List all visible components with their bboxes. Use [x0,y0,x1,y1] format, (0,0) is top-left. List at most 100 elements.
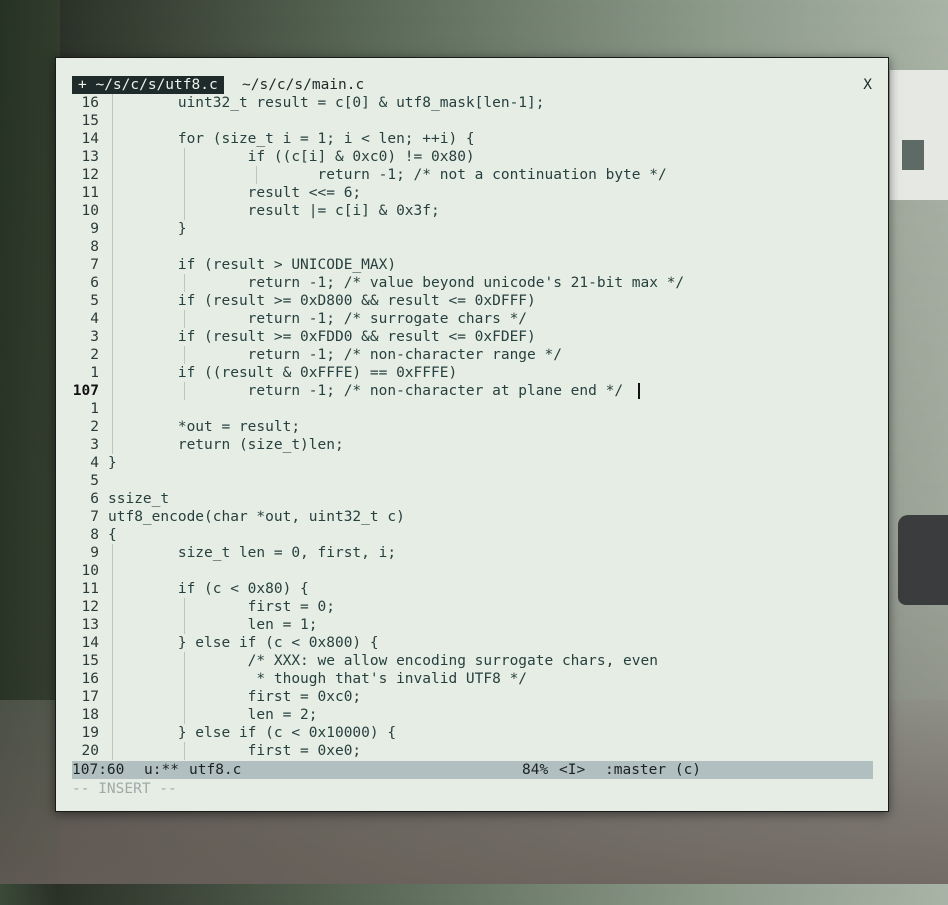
line-number: 16 [81,671,99,687]
line-text: len = 2; [108,707,318,723]
code-line[interactable]: 9 } [72,220,872,238]
line-text: } else if (c < 0x10000) { [108,725,397,741]
line-number: 4 [90,311,99,327]
code-line[interactable]: 1 [72,400,872,418]
line-number: 7 [90,509,99,525]
line-number: 10 [81,203,99,219]
code-line[interactable]: 11 result <<= 6; [72,184,872,202]
code-line[interactable]: 12 first = 0; [72,598,872,616]
line-number: 3 [90,437,99,453]
code-line[interactable]: 8{ [72,526,872,544]
code-line[interactable]: 14 } else if (c < 0x800) { [72,634,872,652]
code-line[interactable]: 10 result |= c[i] & 0x3f; [72,202,872,220]
close-icon[interactable]: X [863,76,872,94]
code-line[interactable]: 6 ssize_t [72,490,872,508]
code-line[interactable]: 15 /* XXX: we allow encoding surrogate c… [72,652,872,670]
code-line[interactable]: 1 if ((result & 0xFFFE) == 0xFFFE) [72,364,872,382]
code-line[interactable]: 10 [72,562,872,580]
code-line[interactable]: 7 if (result > UNICODE_MAX) [72,256,872,274]
line-text: } else if (c < 0x800) { [108,635,379,651]
line-number: 13 [81,149,99,165]
line-number: 8 [90,239,99,255]
code-editor[interactable]: 16 uint32_t result = c[0] & utf8_mask[le… [72,94,872,760]
code-line[interactable]: 5 [72,472,872,490]
line-text: utf8_encode(char *out, uint32_t c) [108,509,405,525]
code-line[interactable]: 3 if (result >= 0xFDD0 && result <= 0xFD… [72,328,872,346]
line-text: if (c < 0x80) { [108,581,309,597]
code-line[interactable]: 16 uint32_t result = c[0] & utf8_mask[le… [72,94,872,112]
mode-indicator: <I> [559,762,586,778]
line-number: 5 [90,473,99,489]
code-line[interactable]: 13 if ((c[i] & 0xc0) != 0x80) [72,148,872,166]
code-line[interactable]: 5 if (result >= 0xD800 && result <= 0xDF… [72,292,872,310]
line-number: 11 [81,185,99,201]
line-number: 1 [90,365,99,381]
code-line[interactable]: 9 size_t len = 0, first, i; [72,544,872,562]
line-number: 10 [81,563,99,579]
line-text: if (result >= 0xD800 && result <= 0xDFFF… [108,293,536,309]
line-number: 13 [81,617,99,633]
code-line[interactable]: 2 *out = result; [72,418,872,436]
line-number: 20 [81,743,99,759]
code-line[interactable]: 11 if (c < 0x80) { [72,580,872,598]
code-line[interactable]: 6 return -1; /* value beyond unicode's 2… [72,274,872,292]
code-line[interactable]: 3 return (size_t)len; [72,436,872,454]
code-line[interactable]: 15 [72,112,872,130]
tab-utf8-c[interactable]: + ~/s/c/s/utf8.c [72,76,224,94]
line-text: } [108,221,187,237]
line-text: for (size_t i = 1; i < len; ++i) { [108,131,475,147]
line-text: if (result >= 0xFDD0 && result <= 0xFDEF… [108,329,536,345]
line-number: 4 [90,455,99,471]
line-text: if (result > UNICODE_MAX) [108,257,397,273]
line-number: 14 [81,131,99,147]
line-number: 12 [81,167,99,183]
line-number: 6 [90,275,99,291]
line-number: 16 [81,95,99,111]
line-number: 14 [81,635,99,651]
indent-guide [112,562,113,580]
line-text: first = 0; [108,599,335,615]
line-text: len = 1; [108,617,318,633]
line-text: result |= c[i] & 0x3f; [108,203,440,219]
indent-guide [112,112,113,130]
line-number: 15 [81,113,99,129]
tab-main-c[interactable]: ~/s/c/s/main.c [236,76,370,94]
line-number: 17 [81,689,99,705]
line-number: 7 [90,257,99,273]
git-branch: :master (c) [605,762,702,778]
line-text: /* XXX: we allow encoding surrogate char… [108,653,658,669]
line-number: 9 [90,221,99,237]
line-number: 2 [90,419,99,435]
line-number: 9 [90,545,99,561]
line-text: ssize_t [108,491,170,507]
code-line[interactable]: 17 first = 0xc0; [72,688,872,706]
code-line[interactable]: 18 len = 2; [72,706,872,724]
line-text: uint32_t result = c[0] & utf8_mask[len-1… [108,95,545,111]
code-line[interactable]: 20 first = 0xe0; [72,742,872,760]
cursor-position: 107:60 [72,762,125,778]
code-line[interactable]: 8 [72,238,872,256]
code-line[interactable]: 4 return -1; /* surrogate chars */ [72,310,872,328]
line-text: result <<= 6; [108,185,362,201]
code-line[interactable]: 2 return -1; /* non-character range */ [72,346,872,364]
code-line[interactable]: 107 return -1; /* non-character at plane… [72,382,872,400]
code-line[interactable]: 7 utf8_encode(char *out, uint32_t c) [72,508,872,526]
buffer-flags: u:** [144,762,179,778]
line-text: { [108,527,117,543]
code-line[interactable]: 16 * though that's invalid UTF8 */ [72,670,872,688]
code-line[interactable]: 14 for (size_t i = 1; i < len; ++i) { [72,130,872,148]
code-line[interactable]: 13 len = 1; [72,616,872,634]
code-line[interactable]: 12 return -1; /* not a continuation byte… [72,166,872,184]
line-number: 107 [72,383,99,399]
code-line[interactable]: 19 } else if (c < 0x10000) { [72,724,872,742]
line-number: 3 [90,329,99,345]
line-number: 11 [81,581,99,597]
line-number: 18 [81,707,99,723]
line-text: return -1; /* value beyond unicode's 21-… [108,275,685,291]
line-text: return -1; /* not a continuation byte */ [108,167,667,183]
line-number: 15 [81,653,99,669]
code-line[interactable]: 4} [72,454,872,472]
editor-window: + ~/s/c/s/utf8.c ~/s/c/s/main.c X 16 uin… [55,57,889,812]
line-text: * though that's invalid UTF8 */ [108,671,528,687]
line-number: 8 [90,527,99,543]
